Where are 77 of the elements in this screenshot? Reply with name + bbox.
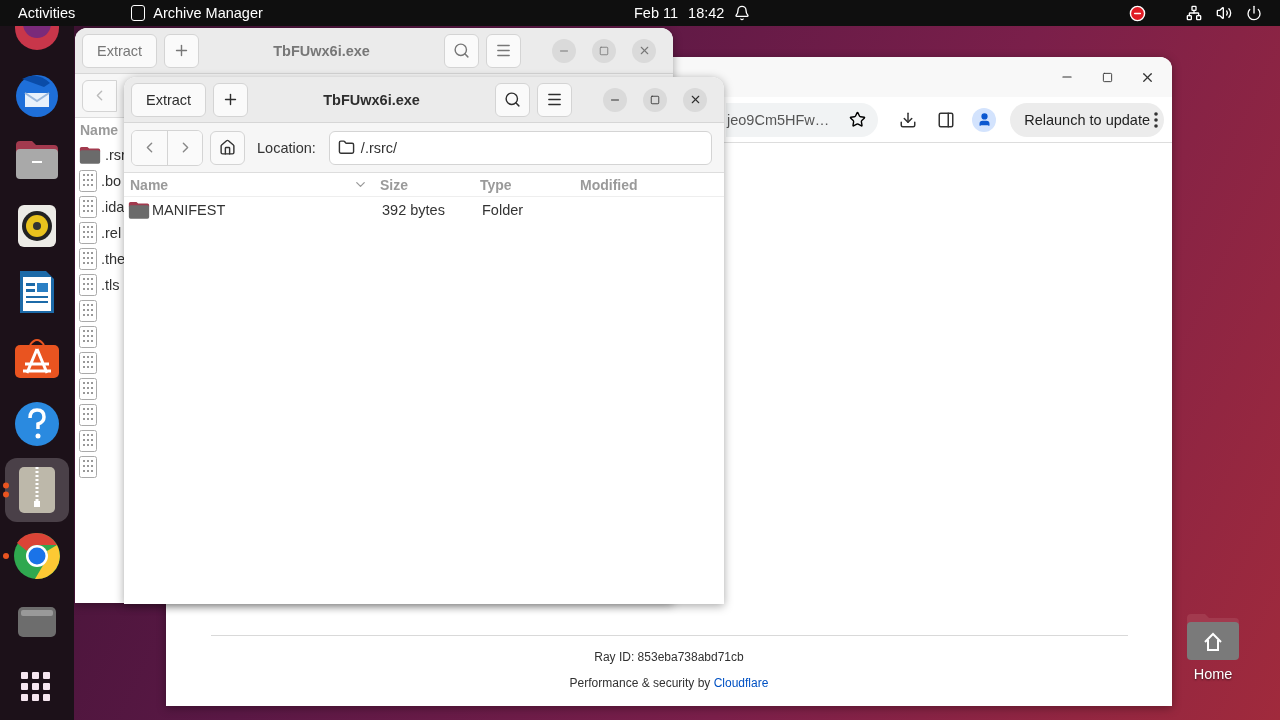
clock-date[interactable]: Feb 11 (634, 5, 679, 21)
blocked-icon[interactable] (1129, 4, 1146, 22)
address-bar[interactable]: jeo9Cm5HFw… (726, 102, 879, 137)
speaker-icon[interactable] (18, 205, 56, 247)
profile-avatar[interactable] (972, 107, 997, 132)
file-name-cell[interactable]: MANIFEST (124, 197, 374, 223)
binary-file-icon (79, 352, 97, 374)
menu-button[interactable] (537, 82, 572, 117)
extract-button[interactable]: Extract (82, 33, 158, 68)
file-name[interactable]: .rsr (105, 147, 126, 163)
binary-file-icon (79, 404, 97, 426)
maximize-icon (599, 45, 609, 56)
search-button[interactable] (495, 82, 530, 117)
size-cell-text: 392 bytes (381, 201, 446, 220)
notification-bell-icon[interactable] (734, 5, 751, 21)
folder-icon (128, 200, 150, 220)
home-icon (219, 139, 236, 156)
search-icon (453, 42, 470, 59)
footer-text: Performance & security by Cloudflare (569, 676, 769, 690)
network-icon[interactable] (1186, 5, 1202, 21)
binary-file-icon (79, 196, 97, 218)
clock-time[interactable]: 18:42 (688, 5, 725, 21)
side-panel-icon (937, 110, 956, 129)
binary-file-icon (79, 430, 97, 452)
app-grid-icon[interactable] (21, 672, 53, 704)
maximize-button[interactable] (643, 87, 667, 112)
extract-button[interactable]: Extract (131, 82, 207, 117)
binary-file-icon (79, 248, 97, 270)
ray-id-text: Ray ID: 853eba738abd71cb (594, 650, 744, 664)
binary-file-icon (79, 170, 97, 192)
maximize-icon (650, 94, 660, 105)
file-name[interactable]: .ida (101, 199, 125, 215)
type-cell-text: Folder (481, 201, 525, 220)
chrome-icon[interactable] (13, 532, 61, 580)
home-folder-icon[interactable] (1185, 612, 1241, 662)
menu-icon (495, 42, 512, 59)
person-icon (976, 112, 992, 127)
menu-icon (546, 91, 563, 108)
file-name[interactable]: .tls (101, 277, 120, 293)
location-field[interactable]: /.rsrc/ (328, 130, 712, 165)
download-icon (899, 110, 918, 129)
app-store-icon[interactable] (14, 337, 60, 379)
binary-file-icon (79, 378, 97, 400)
file-name[interactable]: .bo (101, 173, 122, 189)
bookmark-star-icon[interactable] (849, 111, 867, 128)
window-title: TbFUwx6i.exe (322, 91, 421, 108)
file-name[interactable]: .rel (101, 225, 122, 241)
drive-icon[interactable] (18, 607, 56, 637)
file-name[interactable]: .the (101, 251, 126, 267)
folder-icon (79, 145, 101, 165)
app-menu-label[interactable]: Archive Manager (153, 5, 263, 21)
home-button[interactable] (210, 130, 245, 165)
desktop-icon-label[interactable]: Home (1193, 666, 1233, 682)
binary-file-icon (79, 222, 97, 244)
relaunch-button[interactable]: Relaunch to update (1010, 102, 1164, 137)
binary-file-icon (79, 300, 97, 322)
close-button[interactable] (683, 87, 707, 112)
more-icon (1154, 111, 1158, 128)
volume-icon[interactable] (1216, 5, 1232, 21)
location-label: Location: (257, 139, 316, 156)
binary-file-icon (79, 326, 97, 348)
binary-file-icon (79, 456, 97, 478)
cloudflare-link[interactable]: Cloudflare (713, 676, 769, 690)
running-indicator (3, 482, 9, 498)
power-icon[interactable] (1246, 5, 1262, 21)
activities-button[interactable]: Activities (18, 5, 76, 21)
binary-file-icon (79, 274, 97, 296)
maximize-icon (1101, 71, 1113, 83)
running-indicator (3, 553, 9, 559)
url-text: jeo9Cm5HFw… (727, 111, 830, 128)
document-icon[interactable] (18, 269, 56, 315)
search-icon (504, 91, 521, 108)
window-title: TbFUwx6i.exe (272, 42, 371, 59)
file-manager-icon[interactable] (14, 139, 60, 181)
folder-icon (337, 139, 355, 156)
help-icon[interactable] (14, 401, 60, 447)
minimize-button[interactable] (603, 87, 627, 112)
